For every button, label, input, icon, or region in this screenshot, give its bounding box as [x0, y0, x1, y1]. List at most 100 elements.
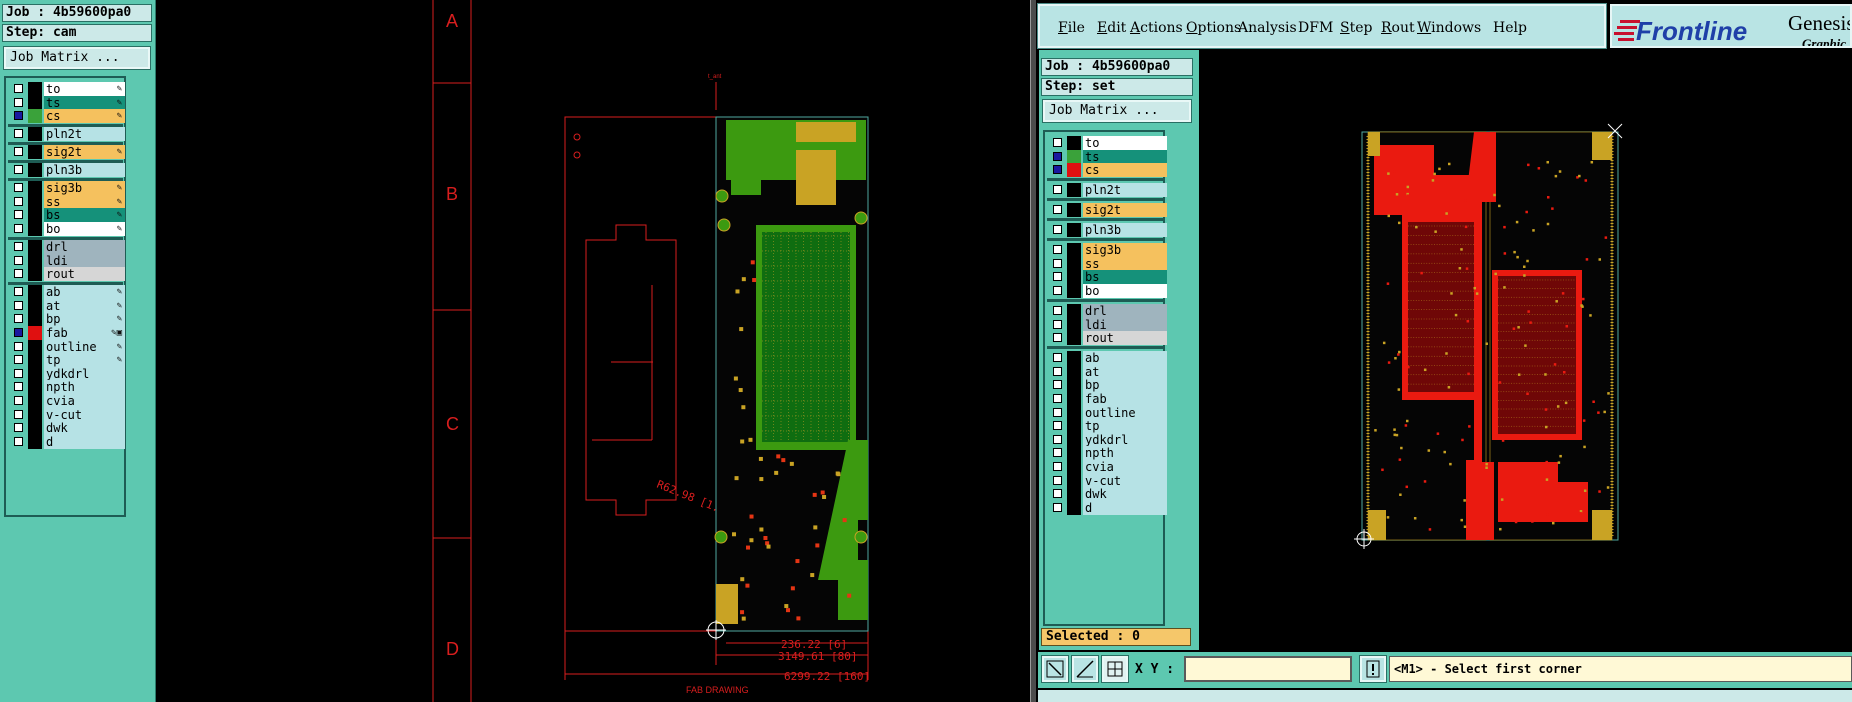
- layer-label-pln2t[interactable]: pln2t: [44, 127, 125, 142]
- menu-rout[interactable]: Rout: [1381, 20, 1415, 36]
- layer-label-ldi[interactable]: ldi: [44, 253, 125, 268]
- layer-row-at[interactable]: at ✎: [8, 298, 125, 313]
- layer-row-bo[interactable]: bo: [1047, 284, 1167, 298]
- layer-checkbox-fab[interactable]: [1053, 394, 1062, 403]
- layer-label-dwk[interactable]: dwk: [1083, 487, 1167, 502]
- layer-label-sig3b[interactable]: sig3b ✎: [44, 181, 125, 196]
- layer-row-pln2t[interactable]: pln2t: [1047, 183, 1167, 198]
- layer-label-drl[interactable]: drl: [1083, 304, 1167, 318]
- layer-checkbox-pln2t[interactable]: [14, 129, 23, 139]
- layer-row-to[interactable]: to: [1047, 136, 1167, 150]
- layer-checkbox-pln2t[interactable]: [1053, 185, 1062, 195]
- layer-label-ydkdrl[interactable]: ydkdrl: [44, 366, 125, 381]
- layer-checkbox-sig2t[interactable]: [1053, 205, 1062, 215]
- layer-row-v-cut[interactable]: v-cut: [1047, 473, 1167, 488]
- layer-row-outline[interactable]: outline ✎: [8, 339, 125, 354]
- layer-checkbox-sig3b[interactable]: [1053, 245, 1062, 255]
- layer-checkbox-sig2t[interactable]: [14, 147, 23, 157]
- layer-label-cvia[interactable]: cvia: [44, 394, 125, 408]
- layer-checkbox-bo[interactable]: [14, 224, 23, 233]
- layer-label-tp[interactable]: tp: [1083, 419, 1167, 434]
- layer-row-ab[interactable]: ab ✎: [8, 285, 125, 300]
- layer-checkbox-at[interactable]: [1053, 366, 1062, 376]
- menu-help[interactable]: Help: [1493, 20, 1527, 36]
- layer-checkbox-pln3b[interactable]: [1053, 225, 1062, 235]
- layer-row-ss[interactable]: ss: [1047, 256, 1167, 271]
- layer-label-outline[interactable]: outline ✎: [44, 339, 125, 354]
- layer-checkbox-npth[interactable]: [14, 382, 23, 392]
- layer-row-outline[interactable]: outline: [1047, 405, 1167, 420]
- layer-label-sig2t[interactable]: sig2t: [1083, 203, 1167, 218]
- layer-row-v-cut[interactable]: v-cut: [8, 407, 125, 422]
- layer-label-rout[interactable]: rout: [1083, 331, 1167, 346]
- layer-row-ldi[interactable]: ldi: [8, 253, 125, 268]
- left-graphic-canvas[interactable]: A B C D 236.22 [6] 3149.61 [80] 6299.22 [160] R…: [156, 0, 1030, 702]
- menu-analysis[interactable]: Analysis: [1238, 20, 1297, 36]
- layer-row-bp[interactable]: bp: [1047, 378, 1167, 393]
- layer-checkbox-v-cut[interactable]: [1053, 475, 1062, 485]
- layer-row-sig3b[interactable]: sig3b ✎: [8, 181, 125, 196]
- layer-checkbox-dwk[interactable]: [1053, 489, 1062, 499]
- layer-label-pln2t[interactable]: pln2t: [1083, 183, 1167, 198]
- layer-label-v-cut[interactable]: v-cut: [1083, 473, 1167, 488]
- layer-row-dwk[interactable]: dwk: [8, 421, 125, 436]
- layer-row-rout[interactable]: rout: [1047, 331, 1167, 346]
- layer-row-cs[interactable]: cs: [1047, 163, 1167, 178]
- layer-row-ldi[interactable]: ldi: [1047, 317, 1167, 332]
- menu-step[interactable]: Step: [1340, 20, 1372, 36]
- layer-label-outline[interactable]: outline: [1083, 405, 1167, 420]
- layer-checkbox-to[interactable]: [1053, 138, 1062, 147]
- layer-row-npth[interactable]: npth: [8, 380, 125, 395]
- layer-label-pln3b[interactable]: pln3b: [1083, 223, 1167, 238]
- layer-row-d[interactable]: d: [8, 434, 125, 449]
- layer-row-cs[interactable]: cs ✎: [8, 109, 125, 124]
- layer-checkbox-ab[interactable]: [14, 287, 23, 297]
- layer-label-v-cut[interactable]: v-cut: [44, 407, 125, 422]
- layer-label-sig3b[interactable]: sig3b: [1083, 243, 1167, 258]
- layer-label-ts[interactable]: ts: [1083, 149, 1167, 164]
- layer-row-dwk[interactable]: dwk: [1047, 487, 1167, 502]
- layer-label-tp[interactable]: tp ✎: [44, 353, 125, 368]
- layer-row-bo[interactable]: bo ✎: [8, 222, 125, 236]
- layer-row-cvia[interactable]: cvia: [1047, 460, 1167, 474]
- layer-checkbox-ss[interactable]: [1053, 258, 1062, 268]
- layer-label-at[interactable]: at: [1083, 364, 1167, 379]
- layer-label-rout[interactable]: rout: [44, 267, 125, 282]
- layer-row-bs[interactable]: bs: [1047, 270, 1167, 285]
- layer-row-rout[interactable]: rout: [8, 267, 125, 282]
- layer-row-npth[interactable]: npth: [1047, 446, 1167, 461]
- layer-label-ss[interactable]: ss ✎: [44, 194, 125, 209]
- layer-label-bo[interactable]: bo: [1083, 284, 1167, 298]
- layer-checkbox-pln3b[interactable]: [14, 165, 23, 175]
- menu-actions[interactable]: Actions: [1130, 20, 1183, 36]
- menu-edit[interactable]: Edit: [1097, 20, 1126, 36]
- layer-label-at[interactable]: at ✎: [44, 298, 125, 313]
- layer-row-pln3b[interactable]: pln3b: [1047, 223, 1167, 238]
- layer-row-fab[interactable]: fab ✎▣: [8, 326, 125, 340]
- layer-label-cs[interactable]: cs: [1083, 163, 1167, 178]
- layer-row-drl[interactable]: drl: [1047, 304, 1167, 318]
- layer-row-ydkdrl[interactable]: ydkdrl: [1047, 432, 1167, 447]
- layer-checkbox-ss[interactable]: [14, 196, 23, 206]
- layer-checkbox-ydkdrl[interactable]: [1053, 434, 1062, 444]
- layer-checkbox-fab[interactable]: [14, 328, 23, 337]
- layer-label-npth[interactable]: npth: [1083, 446, 1167, 461]
- layer-row-fab[interactable]: fab: [1047, 392, 1167, 406]
- layer-checkbox-ldi[interactable]: [1053, 319, 1062, 329]
- layer-row-bp[interactable]: bp ✎: [8, 312, 125, 327]
- layer-label-drl[interactable]: drl: [44, 240, 125, 254]
- layer-label-ydkdrl[interactable]: ydkdrl: [1083, 432, 1167, 447]
- layer-label-ts[interactable]: ts ✎: [44, 95, 125, 110]
- layer-label-pln3b[interactable]: pln3b: [44, 163, 125, 178]
- layer-checkbox-ab[interactable]: [1053, 353, 1062, 363]
- layer-checkbox-sig3b[interactable]: [14, 183, 23, 193]
- layer-checkbox-rout[interactable]: [1053, 333, 1062, 343]
- xy-coordinate-input[interactable]: [1184, 656, 1352, 682]
- layer-row-tp[interactable]: tp ✎: [8, 353, 125, 368]
- layer-row-sig2t[interactable]: sig2t ✎: [8, 145, 125, 160]
- layer-checkbox-d[interactable]: [1053, 502, 1062, 512]
- left-job-matrix-button[interactable]: Job Matrix ...: [3, 46, 151, 70]
- layer-label-to[interactable]: to ✎: [44, 82, 125, 96]
- layer-checkbox-at[interactable]: [14, 300, 23, 310]
- layer-row-cvia[interactable]: cvia: [8, 394, 125, 408]
